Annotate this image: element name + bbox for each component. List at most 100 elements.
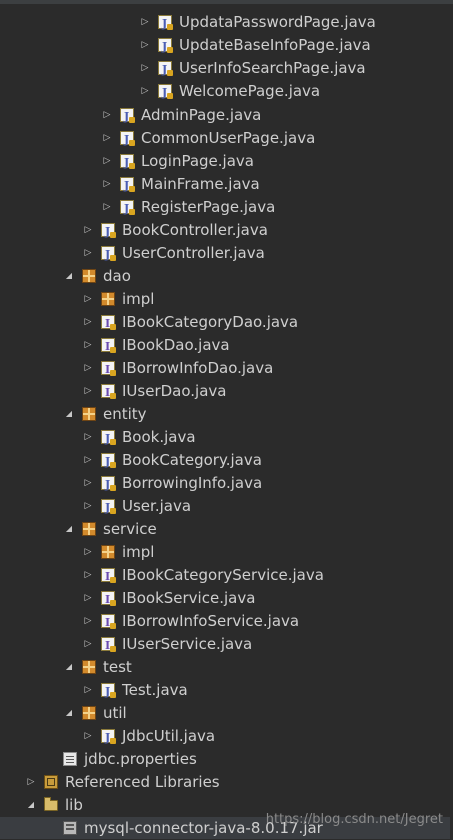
tree-row-borrowing-info[interactable]: ▷ BorrowingInfo.java bbox=[0, 472, 450, 496]
chevron-down-icon[interactable]: ◢ bbox=[63, 702, 75, 724]
tree-row-ibook-service[interactable]: ▷ IBookService.java bbox=[0, 587, 450, 611]
tree-item-label: jdbc.properties bbox=[84, 750, 197, 768]
tree-row-user[interactable]: ▷ User.java bbox=[0, 495, 450, 519]
tree-row-common-user-page[interactable]: ▷ CommonUserPage.java bbox=[0, 127, 450, 151]
tree-item-label: BorrowingInfo.java bbox=[122, 474, 263, 492]
tree-row-service-impl-package[interactable]: ▷ impl bbox=[0, 541, 450, 563]
java-class-icon bbox=[101, 474, 116, 496]
chevron-down-icon[interactable]: ◢ bbox=[25, 794, 37, 816]
tree-row-ibook-dao[interactable]: ▷ IBookDao.java bbox=[0, 334, 450, 358]
java-class-icon bbox=[101, 221, 116, 243]
chevron-right-icon[interactable]: ▷ bbox=[101, 173, 113, 195]
java-class-icon bbox=[101, 244, 116, 266]
tree-item-label: UserInfoSearchPage.java bbox=[179, 59, 366, 77]
chevron-right-icon[interactable]: ▷ bbox=[82, 242, 94, 264]
chevron-right-icon[interactable]: ▷ bbox=[139, 34, 151, 56]
tree-row-dao-impl-package[interactable]: ▷ impl bbox=[0, 288, 450, 310]
tree-item-label: BookCategory.java bbox=[122, 451, 262, 469]
tree-item-label: entity bbox=[103, 405, 147, 423]
java-class-icon bbox=[158, 82, 173, 104]
tree-row-iuser-service[interactable]: ▷ IUserService.java bbox=[0, 633, 450, 657]
tree-item-label: IUserDao.java bbox=[122, 382, 227, 400]
tree-row-jdbc-util[interactable]: ▷ JdbcUtil.java bbox=[0, 725, 450, 749]
chevron-right-icon[interactable]: ▷ bbox=[82, 334, 94, 356]
chevron-right-icon[interactable]: ▷ bbox=[101, 127, 113, 149]
chevron-down-icon[interactable]: ◢ bbox=[63, 518, 75, 540]
tree-row-book-controller[interactable]: ▷ BookController.java bbox=[0, 219, 450, 243]
tree-item-label: IBookCategoryDao.java bbox=[122, 313, 299, 331]
tree-row-main-frame[interactable]: ▷ MainFrame.java bbox=[0, 173, 450, 197]
chevron-right-icon[interactable]: ▷ bbox=[82, 564, 94, 586]
package-icon bbox=[82, 706, 96, 720]
tree-item-label: User.java bbox=[122, 497, 192, 515]
package-icon bbox=[82, 269, 96, 283]
java-interface-icon bbox=[101, 313, 116, 335]
tree-row-login-page[interactable]: ▷ LoginPage.java bbox=[0, 150, 450, 174]
chevron-right-icon[interactable]: ▷ bbox=[139, 11, 151, 33]
tree-item-label: IBorrowInfoDao.java bbox=[122, 359, 274, 377]
tree-item-label: IBookCategoryService.java bbox=[122, 566, 324, 584]
package-icon bbox=[82, 522, 96, 536]
chevron-right-icon[interactable]: ▷ bbox=[82, 426, 94, 448]
java-class-icon bbox=[101, 727, 116, 749]
chevron-right-icon[interactable]: ▷ bbox=[82, 357, 94, 379]
tree-row-user-info-search-page[interactable]: ▷ UserInfoSearchPage.java bbox=[0, 57, 450, 81]
java-class-icon bbox=[120, 175, 135, 197]
tree-row-referenced-libraries[interactable]: ▷ Referenced Libraries bbox=[0, 771, 450, 793]
chevron-right-icon[interactable]: ▷ bbox=[82, 725, 94, 747]
chevron-right-icon[interactable]: ▷ bbox=[139, 57, 151, 79]
chevron-right-icon[interactable]: ▷ bbox=[82, 311, 94, 333]
chevron-right-icon[interactable]: ▷ bbox=[82, 380, 94, 402]
tree-item-label: test bbox=[103, 658, 132, 676]
tree-row-service-package[interactable]: ◢ service bbox=[0, 518, 450, 540]
tree-item-label: JdbcUtil.java bbox=[122, 727, 216, 745]
tree-item-label: MainFrame.java bbox=[141, 175, 260, 193]
tree-row-ibook-category-dao[interactable]: ▷ IBookCategoryDao.java bbox=[0, 311, 450, 335]
chevron-right-icon[interactable]: ▷ bbox=[82, 288, 94, 310]
tree-item-label: impl bbox=[122, 543, 155, 561]
chevron-right-icon[interactable]: ▷ bbox=[101, 150, 113, 172]
package-explorer-tree[interactable]: ▷ UpdataPasswordPage.java ▷ UpdateBaseIn… bbox=[0, 0, 453, 840]
tree-row-entity-package[interactable]: ◢ entity bbox=[0, 403, 450, 425]
chevron-right-icon[interactable]: ▷ bbox=[82, 219, 94, 241]
tree-row-user-controller[interactable]: ▷ UserController.java bbox=[0, 242, 450, 266]
libraries-icon bbox=[44, 775, 58, 789]
tree-row-admin-page[interactable]: ▷ AdminPage.java bbox=[0, 104, 450, 128]
tree-row-welcome-page[interactable]: ▷ WelcomePage.java bbox=[0, 80, 450, 104]
tree-row-iborrow-info-service[interactable]: ▷ IBorrowInfoService.java bbox=[0, 610, 450, 634]
chevron-right-icon[interactable]: ▷ bbox=[82, 633, 94, 655]
tree-row-test[interactable]: ▷ Test.java bbox=[0, 679, 450, 703]
package-icon bbox=[101, 292, 115, 306]
chevron-right-icon[interactable]: ▷ bbox=[82, 610, 94, 632]
tree-row-update-base-info-page[interactable]: ▷ UpdateBaseInfoPage.java bbox=[0, 34, 450, 58]
chevron-right-icon[interactable]: ▷ bbox=[82, 679, 94, 701]
tree-item-label: BookController.java bbox=[122, 221, 268, 239]
chevron-right-icon[interactable]: ▷ bbox=[82, 495, 94, 517]
tree-row-util-package[interactable]: ◢ util bbox=[0, 702, 450, 724]
tree-row-iborrow-info-dao[interactable]: ▷ IBorrowInfoDao.java bbox=[0, 357, 450, 381]
chevron-right-icon[interactable]: ▷ bbox=[82, 449, 94, 471]
tree-item-label: lib bbox=[65, 796, 83, 814]
tree-row-ibook-category-service[interactable]: ▷ IBookCategoryService.java bbox=[0, 564, 450, 588]
chevron-right-icon[interactable]: ▷ bbox=[82, 541, 94, 563]
tree-row-book[interactable]: ▷ Book.java bbox=[0, 426, 450, 450]
tree-item-label: UpdateBaseInfoPage.java bbox=[179, 36, 371, 54]
tree-row-iuser-dao[interactable]: ▷ IUserDao.java bbox=[0, 380, 450, 404]
chevron-down-icon[interactable]: ◢ bbox=[63, 265, 75, 287]
tree-row-test-package[interactable]: ◢ test bbox=[0, 656, 450, 678]
tree-row-book-category[interactable]: ▷ BookCategory.java bbox=[0, 449, 450, 473]
chevron-right-icon[interactable]: ▷ bbox=[101, 104, 113, 126]
tree-row-dao-package[interactable]: ◢ dao bbox=[0, 265, 450, 287]
tree-item-label: UpdataPasswordPage.java bbox=[179, 13, 376, 31]
chevron-right-icon[interactable]: ▷ bbox=[82, 587, 94, 609]
tree-row-register-page[interactable]: ▷ RegisterPage.java bbox=[0, 196, 450, 220]
tree-row-jdbc-properties[interactable]: jdbc.properties bbox=[0, 748, 450, 770]
chevron-right-icon[interactable]: ▷ bbox=[139, 80, 151, 102]
chevron-down-icon[interactable]: ◢ bbox=[63, 403, 75, 425]
tree-row-updata-password-page[interactable]: ▷ UpdataPasswordPage.java bbox=[0, 11, 450, 35]
java-interface-icon bbox=[101, 612, 116, 634]
chevron-right-icon[interactable]: ▷ bbox=[101, 196, 113, 218]
chevron-right-icon[interactable]: ▷ bbox=[25, 771, 37, 793]
chevron-down-icon[interactable]: ◢ bbox=[63, 656, 75, 678]
chevron-right-icon[interactable]: ▷ bbox=[82, 472, 94, 494]
